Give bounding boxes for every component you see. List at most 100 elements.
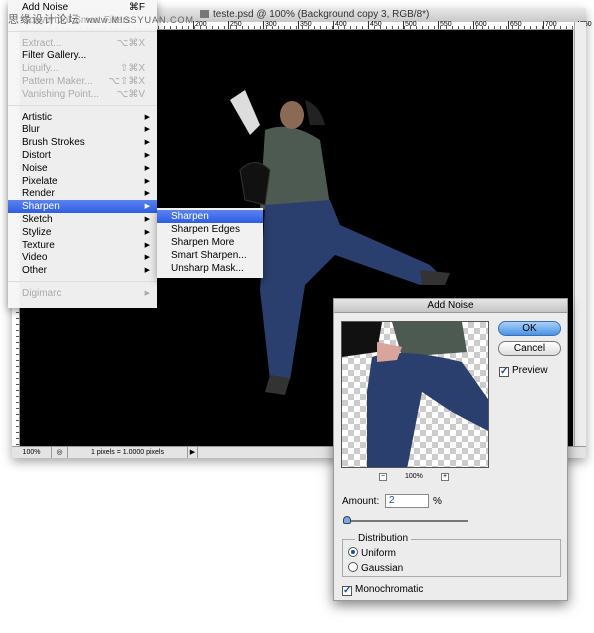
uniform-radio[interactable]: Uniform xyxy=(348,547,396,559)
amount-label: Amount: xyxy=(342,496,380,507)
dialog-title: Add Noise xyxy=(334,299,567,313)
zoom-level[interactable]: 100% xyxy=(12,447,52,458)
document-icon xyxy=(200,10,209,18)
preview-zoom-level: 100% xyxy=(405,473,423,480)
menu-item-texture[interactable]: Texture ▶ xyxy=(8,239,157,252)
vertical-scrollbar[interactable] xyxy=(574,22,586,446)
menu-item-label: Pattern Maker... xyxy=(22,76,93,87)
amount-slider-thumb[interactable] xyxy=(342,516,351,524)
submenu-arrow-icon: ▶ xyxy=(144,139,150,147)
menu-item-artistic[interactable]: Artistic ▶ xyxy=(8,111,157,124)
ruler-tick-label: 250 xyxy=(228,21,242,29)
menu-item-pixelate[interactable]: Pixelate ▶ xyxy=(8,175,157,188)
menu-item-other[interactable]: Other ▶ xyxy=(8,264,157,277)
preview-pane[interactable] xyxy=(341,321,489,468)
preview-checkbox[interactable]: ✓ Preview xyxy=(499,365,548,377)
status-icon[interactable]: ◎ xyxy=(52,447,68,458)
distribution-group: Distribution Uniform Gaussian xyxy=(342,533,561,577)
menu-item-label: Artistic xyxy=(22,111,52,123)
ruler-tick-label: 350 xyxy=(298,21,312,29)
submenu-arrow-icon: ▶ xyxy=(144,290,150,297)
submenu-arrow-icon: ▶ xyxy=(144,203,150,211)
amount-unit: % xyxy=(433,496,442,507)
distribution-label: Distribution xyxy=(355,533,412,544)
submenu-arrow-icon: ▶ xyxy=(144,190,150,198)
zoom-out-button[interactable]: − xyxy=(379,473,387,481)
sharpen-submenu: Sharpen Sharpen Edges Sharpen More Smart Sh… xyxy=(157,208,263,278)
amount-input[interactable]: 2 xyxy=(385,494,429,508)
ruler-tick-label: 500 xyxy=(403,21,417,29)
menu-item-label: Liquify... xyxy=(22,63,59,75)
menu-item-label: Filter Gallery... xyxy=(22,50,87,62)
menu-item-noise[interactable]: Noise ▶ xyxy=(8,162,157,175)
menu-shortcut: ⇧⌘X xyxy=(119,63,145,75)
zoom-in-button[interactable]: + xyxy=(441,473,449,481)
menu-item-extract[interactable]: Extract... ⌥⌘X xyxy=(8,37,157,50)
menu-item-label: Pixelate xyxy=(22,175,58,187)
submenu-item[interactable]: Unsharp Mask... xyxy=(157,262,263,275)
submenu-arrow-icon: ▶ xyxy=(144,228,150,236)
menu-separator xyxy=(8,30,157,32)
monochromatic-checkbox[interactable]: ✓ Monochromatic xyxy=(342,584,423,596)
menu-item-brush-strokes[interactable]: Brush Strokes ▶ xyxy=(8,136,157,149)
menu-item-digimarc[interactable]: Digimarc ▶ xyxy=(8,287,157,300)
menu-separator xyxy=(8,104,157,106)
submenu-arrow-icon: ▶ xyxy=(144,126,150,134)
status-menu-arrow-icon[interactable]: ▶ xyxy=(188,447,198,458)
menu-item-label: Texture xyxy=(22,239,55,251)
submenu-arrow-icon: ▶ xyxy=(144,152,150,159)
submenu-item[interactable]: Smart Sharpen... xyxy=(157,249,263,262)
preview-image xyxy=(342,322,488,467)
ok-button[interactable]: OK xyxy=(498,321,561,336)
submenu-arrow-icon: ▶ xyxy=(144,164,150,172)
amount-slider-track[interactable] xyxy=(346,520,468,522)
menu-shortcut: ⌥⇧⌘X xyxy=(108,76,145,87)
ruler-tick-label: 450 xyxy=(368,21,382,29)
menu-item-sharpen[interactable]: Sharpen ▶ xyxy=(8,200,157,214)
menu-item-label: Other xyxy=(22,265,48,277)
menu-item-label: Noise xyxy=(22,162,48,174)
menu-item-distort[interactable]: Distort ▶ xyxy=(8,149,157,162)
menu-item-label: Sketch xyxy=(22,214,53,225)
ruler-tick-label: 600 xyxy=(473,21,487,29)
checkbox-checked-icon: ✓ xyxy=(342,585,352,596)
status-info: 1 pixels = 1.0000 pixels xyxy=(68,447,188,458)
menu-item-liquify[interactable]: Liquify... ⇧⌘X xyxy=(8,62,157,75)
menu-shortcut: ⌥⌘X xyxy=(116,37,145,49)
cancel-button[interactable]: Cancel xyxy=(498,341,561,356)
submenu-item[interactable]: Sharpen xyxy=(157,210,263,223)
menu-item-sketch[interactable]: Sketch ▶ xyxy=(8,213,157,226)
menu-item-label: Digimarc xyxy=(22,288,62,299)
ruler-tick-label: 700 xyxy=(543,21,557,29)
menu-item-label: Sharpen xyxy=(22,201,60,213)
add-noise-dialog: Add Noise − 100% + OK Cancel ✓ Preview Am… xyxy=(333,298,568,601)
submenu-item[interactable]: Sharpen More xyxy=(157,236,263,249)
watermark: 思缘设计论坛 www.MISSYUAN.COM xyxy=(8,14,195,26)
checkbox-checked-icon: ✓ xyxy=(499,366,509,377)
gaussian-radio[interactable]: Gaussian xyxy=(348,562,403,574)
ruler-tick-label: 650 xyxy=(508,21,522,29)
ruler-tick-label: 550 xyxy=(438,21,452,29)
menu-item-label: Stylize xyxy=(22,226,52,238)
submenu-arrow-icon: ▶ xyxy=(144,177,150,185)
menu-item-video[interactable]: Video ▶ xyxy=(8,251,157,264)
submenu-item[interactable]: Sharpen Edges xyxy=(157,223,263,236)
menu-separator xyxy=(8,281,157,282)
menu-item-label: Blur xyxy=(22,124,40,136)
menu-item-vanishing-point[interactable]: Vanishing Point... ⌥⌘V xyxy=(8,88,157,101)
menu-item-filter-gallery[interactable]: Filter Gallery... xyxy=(8,49,157,62)
menu-item-render[interactable]: Render ▶ xyxy=(8,187,157,200)
menu-item-stylize[interactable]: Stylize ▶ xyxy=(8,226,157,239)
submenu-arrow-icon: ▶ xyxy=(144,241,150,249)
menu-item-label: Distort xyxy=(22,150,51,161)
menu-item-blur[interactable]: Blur ▶ xyxy=(8,123,157,136)
menu-item-label: Video xyxy=(22,252,48,264)
ruler-tick-label: 400 xyxy=(333,21,347,29)
ruler-tick-label: 200 xyxy=(193,21,207,29)
document-title: teste.psd @ 100% (Background copy 3, RGB… xyxy=(213,9,430,20)
radio-unselected-icon xyxy=(348,562,358,572)
filter-menu: Add Noise ⌘F Convert for Smart Filters Extr… xyxy=(8,0,157,308)
menu-item-pattern-maker[interactable]: Pattern Maker... ⌥⇧⌘X xyxy=(8,75,157,88)
submenu-arrow-icon: ▶ xyxy=(144,254,150,262)
menu-item-label: Brush Strokes xyxy=(22,137,85,149)
